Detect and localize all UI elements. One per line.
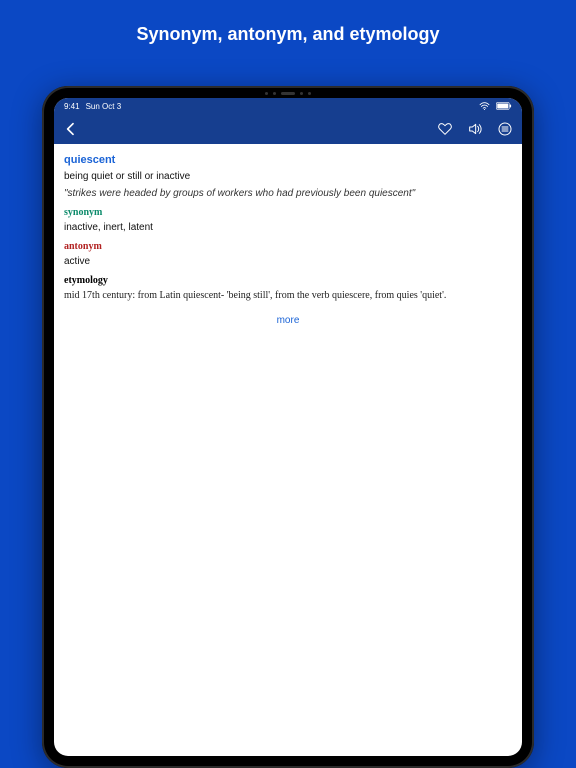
synonym-list: inactive, inert, latent: [64, 220, 512, 235]
topbar: 9:41 Sun Oct 3: [54, 98, 522, 144]
nav-bar: [54, 114, 522, 144]
tablet-frame: 9:41 Sun Oct 3: [42, 86, 534, 768]
antonym-label: antonym: [64, 239, 512, 254]
antonym-list: active: [64, 254, 512, 269]
definition: being quiet or still or inactive: [64, 169, 512, 184]
etymology-label: etymology: [64, 273, 512, 288]
status-bar: 9:41 Sun Oct 3: [54, 98, 522, 114]
example-sentence: "strikes were headed by groups of worker…: [64, 186, 512, 201]
battery-icon: [496, 102, 512, 110]
menu-button[interactable]: [496, 120, 514, 138]
promo-title: Synonym, antonym, and etymology: [0, 0, 576, 63]
entry-content: quiescent being quiet or still or inacti…: [54, 144, 522, 336]
speaker-button[interactable]: [466, 120, 484, 138]
more-link[interactable]: more: [64, 313, 512, 328]
sensor-bar: [42, 89, 534, 97]
back-button[interactable]: [62, 120, 80, 138]
status-time: 9:41: [64, 102, 80, 111]
etymology-text: mid 17th century: from Latin quiescent- …: [64, 288, 512, 303]
wifi-icon: [479, 102, 490, 110]
status-date: Sun Oct 3: [86, 102, 122, 111]
synonym-label: synonym: [64, 205, 512, 220]
screen: 9:41 Sun Oct 3: [54, 98, 522, 756]
favorite-button[interactable]: [436, 120, 454, 138]
headword: quiescent: [64, 152, 512, 169]
